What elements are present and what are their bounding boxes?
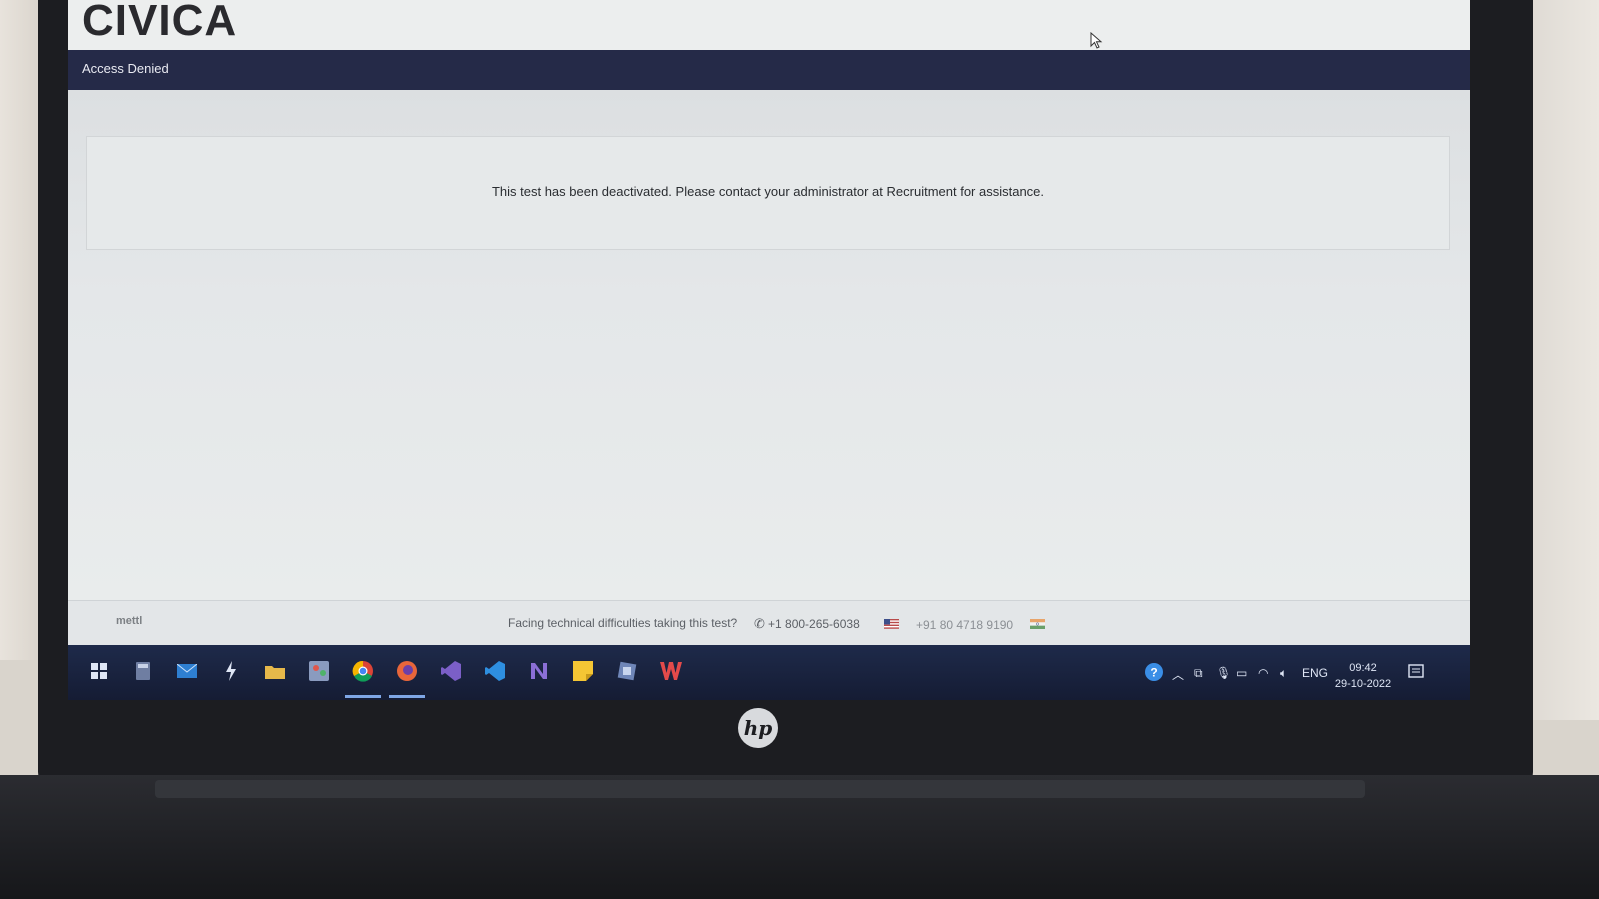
- sticky-notes-icon[interactable]: [570, 658, 596, 684]
- firefox-active-indicator: [389, 695, 425, 698]
- bolt-app-icon[interactable]: [218, 658, 244, 684]
- windows-taskbar: ? ︿ ⧉ 🎙︎ ▭ ◠ 🔈︎ ENG 09:42 29-10-2022: [68, 645, 1470, 700]
- india-flag-icon: [1030, 619, 1045, 629]
- help-text: Facing technical difficulties taking thi…: [508, 616, 738, 630]
- mail-icon[interactable]: [174, 658, 200, 684]
- deactivated-message: This test has been deactivated. Please c…: [491, 184, 1045, 199]
- phone-icon: ✆: [754, 616, 765, 631]
- battery-icon[interactable]: ▭: [1236, 666, 1247, 680]
- volume-icon[interactable]: 🔈︎: [1280, 666, 1287, 681]
- phone-india[interactable]: +91 80 4718 9190: [916, 618, 1013, 632]
- svg-text:?: ?: [1150, 666, 1157, 680]
- phone-us[interactable]: +1 800-265-6038: [768, 617, 860, 631]
- laptop-screen: CIVICA Access Denied This test has been …: [68, 0, 1470, 700]
- us-flag-icon: [884, 619, 899, 629]
- page-title-bar: Access Denied: [68, 50, 1470, 90]
- mouse-cursor-icon: [1090, 32, 1103, 49]
- mettl-logo: mettl: [116, 615, 143, 627]
- notification-center-icon[interactable]: [1408, 664, 1424, 683]
- page-title: Access Denied: [82, 61, 169, 76]
- clock-time: 09:42: [1349, 662, 1377, 674]
- clock-date: 29-10-2022: [1334, 678, 1392, 690]
- footer: mettl Facing technical difficulties taki…: [68, 600, 1470, 646]
- system-clock[interactable]: 09:42 29-10-2022: [1330, 660, 1396, 692]
- device-icon[interactable]: ⧉: [1194, 666, 1203, 681]
- wifi-icon[interactable]: ◠: [1258, 666, 1268, 680]
- wps-office-icon[interactable]: [658, 658, 684, 684]
- help-icon[interactable]: ?: [1144, 662, 1164, 685]
- visual-studio-icon[interactable]: [438, 658, 464, 684]
- civica-logo: CIVICA: [82, 0, 238, 45]
- onenote-icon[interactable]: [526, 658, 552, 684]
- file-explorer-icon[interactable]: [262, 658, 288, 684]
- hp-logo: hp: [738, 708, 778, 748]
- microphone-icon[interactable]: 🎙︎: [1216, 666, 1231, 680]
- firefox-icon[interactable]: [394, 658, 420, 684]
- windows-start-icon[interactable]: [86, 658, 112, 684]
- language-indicator[interactable]: ENG: [1302, 666, 1328, 680]
- vscode-icon[interactable]: [482, 658, 508, 684]
- calculator-icon[interactable]: [130, 658, 156, 684]
- laptop-hinge: [155, 780, 1365, 798]
- paint-icon[interactable]: [306, 658, 332, 684]
- main-content: This test has been deactivated. Please c…: [68, 90, 1470, 600]
- virtualbox-icon[interactable]: [614, 658, 640, 684]
- app-header: CIVICA: [68, 0, 1470, 51]
- chrome-icon[interactable]: [350, 658, 376, 684]
- chrome-active-indicator: [345, 695, 381, 698]
- message-panel: This test has been deactivated. Please c…: [86, 136, 1450, 250]
- chevron-up-icon[interactable]: ︿: [1172, 666, 1184, 683]
